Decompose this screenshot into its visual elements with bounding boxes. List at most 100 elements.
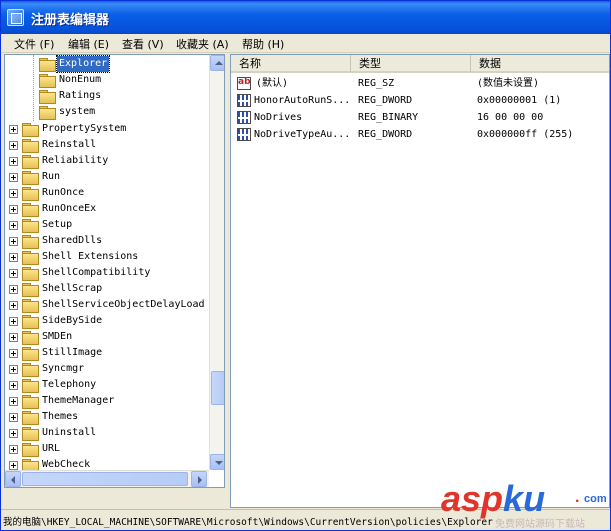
tree-item-label: Run [42, 171, 61, 182]
folder-icon [22, 427, 39, 441]
column-header-data[interactable]: 数据 [471, 55, 609, 72]
folder-icon [22, 347, 39, 361]
window-title: 注册表编辑器 [31, 13, 110, 28]
expand-icon[interactable] [9, 221, 18, 230]
value-data: (数值未设置) [477, 78, 540, 89]
folder-icon [22, 395, 39, 409]
watermark-subtitle: 免费网站源码下载站 [495, 519, 585, 530]
tree-item-label: ThemeManager [42, 395, 115, 406]
value-type: REG_DWORD [358, 95, 413, 106]
expand-icon[interactable] [9, 349, 18, 358]
tree-item-label: Setup [42, 219, 73, 230]
expand-icon[interactable] [9, 173, 18, 182]
tree-item-label: Telephony [42, 379, 97, 390]
value-name: HonorAutoRunS... [254, 95, 351, 106]
registry-editor-icon [7, 9, 24, 26]
scroll-thumb[interactable] [211, 371, 224, 405]
value-name: NoDriveTypeAu... [254, 129, 351, 140]
tree-item-label: RunOnce [42, 187, 85, 198]
tree-item-label: system [59, 106, 96, 117]
binary-value-icon [237, 111, 251, 124]
tree-item-label: Reliability [42, 155, 109, 166]
tree-connector [33, 55, 34, 121]
folder-icon [22, 299, 39, 313]
tree-horizontal-scrollbar[interactable] [5, 470, 209, 487]
expand-icon[interactable] [9, 205, 18, 214]
scroll-left-button[interactable] [5, 471, 21, 487]
expand-icon[interactable] [9, 365, 18, 374]
expand-icon[interactable] [9, 189, 18, 198]
menu-view[interactable]: 查看 (V) [122, 36, 164, 52]
arrow-right-icon [198, 476, 202, 484]
menu-file[interactable]: 文件 (F) [14, 36, 54, 52]
value-row[interactable]: (默认) REG_SZ (数值未设置) [231, 74, 609, 92]
tree-item-label: Shell Extensions [42, 251, 139, 262]
registry-editor-window: 注册表编辑器 文件 (F) 编辑 (E) 查看 (V) 收藏夹 (A) 帮助 (… [0, 0, 611, 531]
menu-favorites[interactable]: 收藏夹 (A) [176, 36, 229, 52]
folder-icon [22, 363, 39, 377]
value-data: 0x00000001 (1) [477, 95, 562, 106]
value-name: (默认) [256, 78, 289, 89]
expand-icon[interactable] [9, 413, 18, 422]
title-bar[interactable]: 注册表编辑器 [1, 1, 610, 34]
watermark-ku: ku [503, 478, 546, 519]
tree-item-label: SharedDlls [42, 235, 103, 246]
folder-open-icon [39, 58, 56, 72]
binary-value-icon [237, 128, 251, 141]
menu-help[interactable]: 帮助 (H) [242, 36, 284, 52]
expand-icon[interactable] [9, 269, 18, 278]
expand-icon[interactable] [9, 237, 18, 246]
expand-icon[interactable] [9, 301, 18, 310]
expand-icon[interactable] [9, 381, 18, 390]
folder-icon [22, 155, 39, 169]
tree-item-label: ShellScrap [42, 283, 103, 294]
key-tree[interactable]: Explorer NonEnum Ratings system Property… [4, 54, 225, 488]
expand-icon[interactable] [9, 125, 18, 134]
binary-value-icon [237, 94, 251, 107]
expand-icon[interactable] [9, 333, 18, 342]
folder-icon [22, 235, 39, 249]
tree-item-label: RunOnceEx [42, 203, 97, 214]
scroll-up-button[interactable] [210, 55, 224, 71]
folder-icon [22, 331, 39, 345]
tree-item-label: URL [42, 443, 61, 454]
folder-icon [22, 443, 39, 457]
tree-item-label: StillImage [42, 347, 103, 358]
tree-vertical-scrollbar[interactable] [209, 55, 224, 470]
expand-icon[interactable] [9, 429, 18, 438]
menu-edit[interactable]: 编辑 (E) [68, 36, 109, 52]
tree-item-label: Uninstall [42, 427, 97, 438]
scroll-right-button[interactable] [191, 471, 207, 487]
column-header-type[interactable]: 类型 [351, 55, 471, 72]
arrow-down-icon [215, 461, 223, 465]
value-row[interactable]: NoDriveTypeAu... REG_DWORD 0x000000ff (2… [231, 126, 609, 143]
scroll-thumb-horizontal[interactable] [22, 472, 188, 486]
folder-icon [22, 123, 39, 137]
tree-item-label: Reinstall [42, 139, 97, 150]
expand-icon[interactable] [9, 253, 18, 262]
arrow-left-icon [11, 476, 15, 484]
folder-icon [22, 187, 39, 201]
folder-icon [22, 315, 39, 329]
tree-item-label: ShellCompatibility [42, 267, 151, 278]
tree-item-label: ShellServiceObjectDelayLoad [42, 299, 205, 310]
folder-icon [39, 106, 56, 120]
expand-icon[interactable] [9, 317, 18, 326]
tree-item-label: SideBySide [42, 315, 103, 326]
expand-icon[interactable] [9, 157, 18, 166]
value-list[interactable]: 名称 类型 数据 (默认) REG_SZ (数值未设置) HonorAutoRu… [230, 54, 610, 508]
folder-icon [22, 219, 39, 233]
scroll-down-button[interactable] [210, 454, 224, 470]
expand-icon[interactable] [9, 397, 18, 406]
expand-icon[interactable] [9, 461, 18, 470]
tree-item-label: Explorer [55, 55, 111, 73]
column-header-name[interactable]: 名称 [231, 55, 351, 72]
value-row[interactable]: NoDrives REG_BINARY 16 00 00 00 [231, 109, 609, 126]
tree-item-label: PropertySystem [42, 123, 127, 134]
expand-icon[interactable] [9, 285, 18, 294]
expand-icon[interactable] [9, 141, 18, 150]
value-row[interactable]: HonorAutoRunS... REG_DWORD 0x00000001 (1… [231, 92, 609, 109]
expand-icon[interactable] [9, 445, 18, 454]
folder-icon [22, 379, 39, 393]
tree-item-label: Themes [42, 411, 79, 422]
